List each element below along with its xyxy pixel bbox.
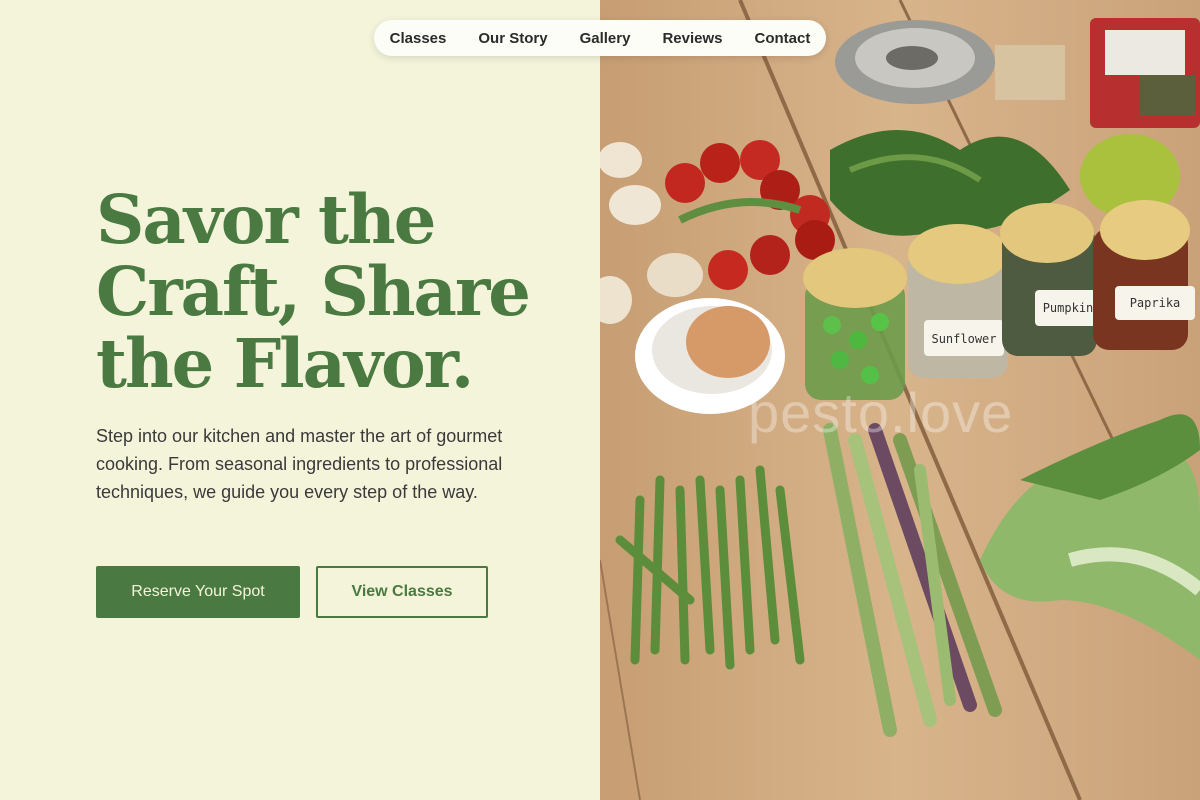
hero-left-panel: Savor the Craft, Share the Flavor. Step … <box>0 0 600 800</box>
top-navigation: Classes Our Story Gallery Reviews Contac… <box>374 20 826 56</box>
nav-item-contact[interactable]: Contact <box>754 30 810 47</box>
jar-label-pumpkin: Pumpkin <box>1043 301 1094 315</box>
view-classes-button[interactable]: View Classes <box>316 566 488 618</box>
hero-title-line-2: Craft, Share <box>96 252 531 331</box>
nav-item-reviews[interactable]: Reviews <box>662 30 722 47</box>
nav-item-our-story[interactable]: Our Story <box>478 30 547 47</box>
reserve-spot-button[interactable]: Reserve Your Spot <box>96 566 300 618</box>
hero-title-line-1: Savor the <box>96 180 436 259</box>
hero-image: Sunflower Pumpkin Paprika pesto.love <box>600 0 1200 800</box>
hero-description: Step into our kitchen and master the art… <box>96 426 503 502</box>
jar-label-paprika: Paprika <box>1130 296 1181 310</box>
hero-title: Savor the Craft, Share the Flavor. <box>96 184 566 400</box>
nav-item-classes[interactable]: Classes <box>390 30 447 47</box>
nav-item-gallery[interactable]: Gallery <box>580 30 631 47</box>
jar-label-sunflower: Sunflower <box>931 332 996 346</box>
watermark-text: pesto.love <box>748 381 1014 444</box>
hero-title-line-3: the Flavor. <box>96 324 474 403</box>
